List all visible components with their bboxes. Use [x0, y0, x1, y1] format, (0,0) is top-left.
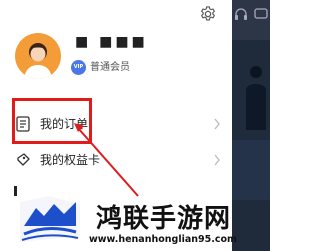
membership-level: 普通会员 [90, 62, 130, 73]
chevron-right-icon [214, 154, 220, 166]
username[interactable]: ■ ■■■ [75, 34, 148, 54]
highlight-annotation-box [12, 98, 92, 144]
site-watermark: 鸿联手游网 www.henanhonglian95.com [14, 196, 264, 251]
menu-item-label: 我的权益卡 [40, 153, 101, 167]
watermark-url: www.henanhonglian95.com [89, 234, 237, 245]
partial-menu-icon [14, 186, 17, 196]
menu-item-benefit-card[interactable]: 我的权益卡 [16, 148, 221, 172]
settings-gear-icon[interactable] [199, 5, 217, 23]
avatar[interactable] [15, 33, 61, 79]
vip-badge-icon: VIP [71, 60, 86, 75]
background-person-figure [246, 66, 266, 130]
background-band [232, 140, 270, 200]
message-icon [254, 8, 268, 19]
watermark-logo-icon [20, 196, 80, 242]
watermark-title: 鸿联手游网 [96, 204, 232, 234]
benefit-card-icon [17, 153, 30, 166]
headphones-icon [235, 8, 247, 20]
avatar-person-icon [24, 43, 52, 79]
chevron-right-icon [214, 118, 220, 130]
